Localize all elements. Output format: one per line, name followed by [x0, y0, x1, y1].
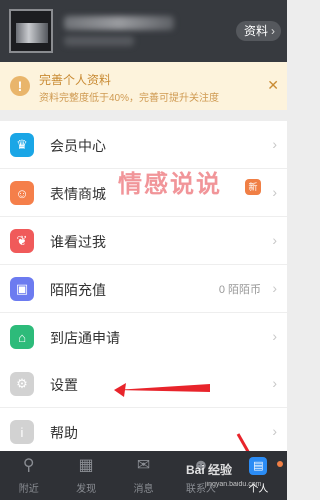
- menu-item-label: 会员中心: [50, 138, 106, 154]
- menu-item-label: 陌陌充值: [50, 282, 106, 298]
- username-blurred: [64, 16, 174, 30]
- warning-icon: !: [10, 76, 30, 96]
- chevron-right-icon: ›: [272, 184, 277, 200]
- baidu-watermark: Bai 经验: [186, 463, 233, 477]
- footprint-icon: ❦: [10, 229, 34, 253]
- tab-label: 消息: [133, 484, 154, 495]
- chevron-right-icon: ›: [272, 136, 277, 152]
- chevron-right-icon: ›: [272, 375, 277, 391]
- profile-button-label: 资料: [243, 24, 268, 38]
- tab-profile[interactable]: ▤ 个人: [230, 451, 287, 500]
- balance-value: 0 陌陌币: [218, 284, 261, 296]
- watermark-text: 情感说说: [118, 171, 222, 198]
- crown-icon: ♛: [10, 133, 34, 157]
- notification-dot: [277, 461, 284, 467]
- menu-item-label: 谁看过我: [50, 234, 106, 250]
- store-icon: ⌂: [10, 325, 34, 349]
- wallet-icon: ▣: [10, 277, 34, 301]
- chevron-right-icon: ›: [271, 24, 275, 38]
- profile-header[interactable]: 资料 ›: [0, 0, 287, 62]
- grid-icon: ▦: [78, 457, 94, 474]
- gear-icon: ⚙: [10, 372, 34, 396]
- avatar[interactable]: [9, 9, 53, 53]
- chat-icon: ✉: [136, 457, 151, 474]
- chevron-right-icon: ›: [272, 423, 277, 439]
- menu-item-label: 设置: [50, 377, 78, 393]
- profile-button[interactable]: 资料 ›: [235, 21, 281, 41]
- menu-item-store-apply[interactable]: ⌂ 到店通申请 ›: [0, 313, 287, 361]
- menu-item-label: 表情商城: [50, 186, 106, 202]
- user-info-blurred: [64, 36, 134, 46]
- info-icon: i: [10, 420, 34, 444]
- annotation-arrow: [114, 383, 210, 397]
- tab-label: 附近: [18, 484, 39, 495]
- menu-group-main: ♛ 会员中心 › ☺ 表情商城 › ❦ 谁看过我 › ▣ 陌陌充值 0 陌陌币 …: [0, 121, 287, 361]
- tab-nearby[interactable]: ⚲ 附近: [0, 451, 57, 500]
- new-badge: 新: [245, 179, 261, 195]
- menu-item-label: 到店通申请: [50, 330, 120, 346]
- menu-item-recharge[interactable]: ▣ 陌陌充值 0 陌陌币 ›: [0, 265, 287, 313]
- smile-icon: ☺: [10, 181, 34, 205]
- menu-item-vip[interactable]: ♛ 会员中心 ›: [0, 121, 287, 169]
- close-icon[interactable]: ✕: [267, 77, 279, 94]
- chevron-right-icon: ›: [272, 280, 277, 296]
- baidu-url-watermark: jingyan.baidu.com: [205, 481, 262, 488]
- chevron-right-icon: ›: [272, 328, 277, 344]
- banner-title: 完善个人资料: [39, 73, 112, 87]
- menu-item-label: 帮助: [50, 425, 78, 441]
- chevron-right-icon: ›: [272, 232, 277, 248]
- menu-item-visitors[interactable]: ❦ 谁看过我 ›: [0, 217, 287, 265]
- tab-discover[interactable]: ▦ 发现: [57, 451, 114, 500]
- complete-profile-banner[interactable]: ! 完善个人资料 资料完整度低于40%，完善可提升关注度 ✕: [0, 62, 287, 110]
- tab-messages[interactable]: ✉ 消息: [115, 451, 172, 500]
- banner-subtitle: 资料完整度低于40%，完善可提升关注度: [39, 93, 220, 104]
- tab-label: 发现: [76, 484, 97, 495]
- person-icon: ▤: [249, 457, 268, 475]
- location-icon: ⚲: [22, 457, 35, 474]
- bottom-nav: ⚲ 附近 ▦ 发现 ✉ 消息 ☻ 联系人 ▤ 个人: [0, 451, 287, 500]
